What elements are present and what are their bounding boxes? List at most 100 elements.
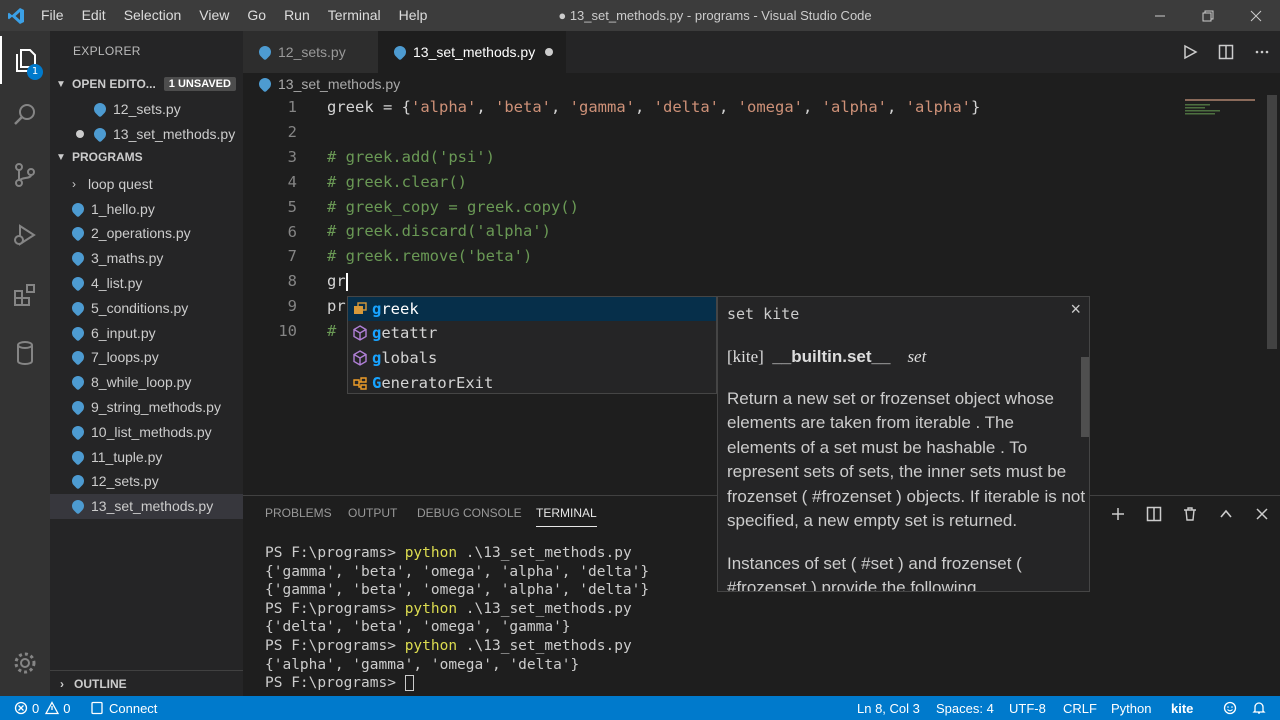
menu-terminal[interactable]: Terminal bbox=[319, 0, 390, 31]
tab-debug-console[interactable]: DEBUG CONSOLE bbox=[417, 506, 522, 520]
split-editor-button[interactable] bbox=[1208, 31, 1244, 73]
suggestion-globals[interactable]: g lobals bbox=[348, 346, 716, 370]
run-debug-activity-button[interactable] bbox=[0, 211, 50, 259]
trash-icon bbox=[1184, 507, 1196, 521]
minimap[interactable] bbox=[1183, 97, 1273, 117]
code-line-4: # greek.clear() bbox=[327, 173, 467, 191]
tab-label: 12_sets.py bbox=[278, 44, 346, 60]
eol-status[interactable]: CRLF bbox=[1063, 696, 1097, 720]
file-item[interactable]: 6_input.py bbox=[50, 320, 243, 345]
restore-button[interactable] bbox=[1184, 0, 1232, 31]
menu-go[interactable]: Go bbox=[238, 0, 275, 31]
file-item[interactable]: 3_maths.py bbox=[50, 246, 243, 271]
tab-output[interactable]: OUTPUT bbox=[348, 506, 397, 520]
file-item[interactable]: 12_sets.py bbox=[50, 469, 243, 494]
problems-status[interactable]: 0 0 bbox=[14, 696, 70, 720]
file-item[interactable]: 1_hello.py bbox=[50, 196, 243, 221]
close-doc-button[interactable]: × bbox=[1070, 299, 1081, 320]
close-window-button[interactable] bbox=[1232, 0, 1280, 31]
encoding-status[interactable]: UTF-8 bbox=[1009, 696, 1046, 720]
python-file-icon bbox=[69, 348, 87, 366]
editor-scrollbar[interactable] bbox=[1267, 95, 1277, 349]
new-terminal-button[interactable] bbox=[1100, 496, 1136, 532]
connect-status[interactable]: Connect bbox=[90, 696, 157, 720]
file-item[interactable]: 8_while_loop.py bbox=[50, 370, 243, 395]
suggestion-greek[interactable]: g reek bbox=[348, 297, 716, 321]
kill-terminal-button[interactable] bbox=[1172, 496, 1208, 532]
explorer-activity-button[interactable]: 1 bbox=[0, 36, 50, 84]
file-item[interactable]: 10_list_methods.py bbox=[50, 419, 243, 444]
file-label: 6_input.py bbox=[91, 324, 156, 341]
split-terminal-button[interactable] bbox=[1136, 496, 1172, 532]
file-item[interactable]: 2_operations.py bbox=[50, 221, 243, 246]
tab-terminal[interactable]: TERMINAL bbox=[536, 506, 597, 527]
cursor-position[interactable]: Ln 8, Col 3 bbox=[857, 696, 920, 720]
file-label: 4_list.py bbox=[91, 274, 143, 291]
code-line-10: # bbox=[327, 322, 337, 340]
indentation-status[interactable]: Spaces: 4 bbox=[936, 696, 994, 720]
search-icon bbox=[14, 104, 35, 125]
vscode-window: File Edit Selection View Go Run Terminal… bbox=[0, 0, 1280, 720]
open-editors-section[interactable]: ▼ OPEN EDITO... 1 UNSAVED bbox=[50, 72, 243, 96]
extensions-activity-button[interactable] bbox=[0, 271, 50, 319]
file-item[interactable]: 7_loops.py bbox=[50, 345, 243, 370]
maximize-panel-button[interactable] bbox=[1208, 496, 1244, 532]
programs-label: PROGRAMS bbox=[72, 150, 143, 164]
python-file-icon bbox=[69, 398, 87, 416]
kite-status[interactable]: kite bbox=[1171, 696, 1193, 720]
doc-scrollbar[interactable] bbox=[1081, 357, 1089, 437]
file-item[interactable]: 9_string_methods.py bbox=[50, 394, 243, 419]
python-file-icon bbox=[69, 299, 87, 317]
run-file-button[interactable] bbox=[1172, 31, 1208, 73]
close-panel-button[interactable] bbox=[1244, 496, 1280, 532]
tab-problems[interactable]: PROBLEMS bbox=[265, 506, 332, 520]
notifications-button[interactable] bbox=[1252, 696, 1266, 720]
gear-icon bbox=[14, 652, 36, 674]
search-activity-button[interactable] bbox=[0, 91, 50, 139]
feedback-icon bbox=[1223, 701, 1237, 715]
menu-bar: File Edit Selection View Go Run Terminal… bbox=[32, 0, 436, 31]
menu-help[interactable]: Help bbox=[390, 0, 437, 31]
file-item[interactable]: 11_tuple.py bbox=[50, 444, 243, 469]
outline-section[interactable]: › OUTLINE bbox=[50, 670, 243, 696]
breadcrumb-file[interactable]: 13_set_methods.py bbox=[278, 76, 400, 92]
file-label: 9_string_methods.py bbox=[91, 398, 221, 415]
menu-edit[interactable]: Edit bbox=[73, 0, 115, 31]
more-actions-button[interactable] bbox=[1244, 31, 1280, 73]
terminal-line: PS F:\programs> python .\13_set_methods.… bbox=[265, 545, 632, 561]
file-item[interactable]: 13_set_methods.py bbox=[50, 493, 243, 519]
doc-signature: [kite] __builtin.set__ set bbox=[727, 347, 927, 366]
unsaved-dot-icon[interactable] bbox=[545, 48, 554, 56]
suggestion-generatorexit[interactable]: GeneratorExit bbox=[348, 371, 716, 395]
terminal-line: {'gamma', 'beta', 'omega', 'alpha', 'del… bbox=[265, 563, 650, 580]
menu-view[interactable]: View bbox=[190, 0, 238, 31]
source-control-activity-button[interactable] bbox=[0, 151, 50, 199]
programs-section[interactable]: ▼ PROGRAMS bbox=[50, 145, 243, 169]
tab-13-set-methods[interactable]: 13_set_methods.py bbox=[378, 31, 566, 73]
folder-loop-quest[interactable]: › loop quest bbox=[50, 171, 243, 196]
manage-activity-button[interactable] bbox=[0, 639, 50, 687]
python-file-icon bbox=[69, 274, 87, 292]
warning-icon bbox=[45, 701, 60, 715]
chevron-down-icon: ▼ bbox=[56, 78, 66, 90]
open-editor-item[interactable]: 13_set_methods.py bbox=[50, 121, 243, 146]
tab-12-sets[interactable]: 12_sets.py bbox=[243, 31, 378, 73]
database-activity-button[interactable] bbox=[0, 329, 50, 377]
folder-label: loop quest bbox=[88, 175, 153, 192]
file-item[interactable]: 4_list.py bbox=[50, 270, 243, 295]
file-item[interactable]: 5_conditions.py bbox=[50, 295, 243, 320]
minimize-button[interactable] bbox=[1136, 0, 1184, 31]
language-mode[interactable]: Python bbox=[1111, 696, 1151, 720]
menu-file[interactable]: File bbox=[32, 0, 73, 31]
python-file-icon bbox=[69, 200, 87, 217]
open-editor-item[interactable]: 12_sets.py bbox=[50, 96, 243, 121]
code-line-3: # greek.add('psi') bbox=[327, 148, 495, 166]
menu-selection[interactable]: Selection bbox=[115, 0, 191, 31]
feedback-button[interactable] bbox=[1223, 696, 1237, 720]
terminal-output[interactable]: PS F:\programs> python .\13_set_methods.… bbox=[265, 544, 649, 693]
editor-tabs: 12_sets.py 13_set_methods.py bbox=[243, 31, 1280, 73]
terminal-line: {'gamma', 'beta', 'omega', 'alpha', 'del… bbox=[265, 582, 650, 599]
chevron-up-icon bbox=[1220, 509, 1232, 518]
suggestion-getattr[interactable]: g etattr bbox=[348, 321, 716, 345]
menu-run[interactable]: Run bbox=[275, 0, 319, 31]
